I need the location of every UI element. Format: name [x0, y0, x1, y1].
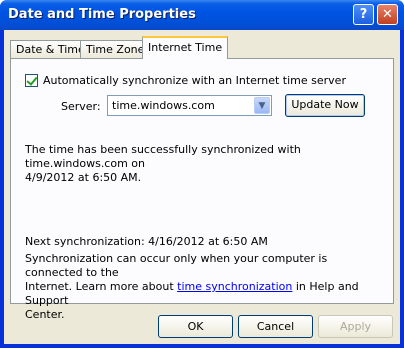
- auto-sync-checkbox[interactable]: [25, 74, 38, 87]
- sync-note-pre: Internet. Learn more about: [25, 280, 178, 293]
- date-time-properties-window: Date and Time Properties ? ✕ Date & Time…: [0, 0, 404, 348]
- server-label: Server:: [61, 100, 101, 113]
- apply-button[interactable]: Apply: [318, 315, 393, 338]
- server-combobox[interactable]: time.windows.com ▼: [107, 95, 272, 116]
- chevron-down-icon[interactable]: ▼: [254, 97, 270, 114]
- title-bar[interactable]: Date and Time Properties ? ✕: [0, 0, 404, 30]
- cancel-button[interactable]: Cancel: [238, 315, 313, 338]
- update-now-button[interactable]: Update Now: [285, 94, 365, 117]
- sync-status-text: The time has been successfully synchroni…: [25, 143, 385, 185]
- ok-button[interactable]: OK: [158, 315, 233, 338]
- close-icon: ✕: [382, 7, 393, 22]
- auto-sync-row[interactable]: Automatically synchronize with an Intern…: [25, 74, 346, 87]
- close-button[interactable]: ✕: [377, 4, 398, 25]
- server-value[interactable]: time.windows.com: [112, 99, 215, 112]
- sync-note-line-2: Internet. Learn more about time synchron…: [25, 280, 385, 308]
- auto-sync-label[interactable]: Automatically synchronize with an Intern…: [43, 74, 346, 87]
- window-title: Date and Time Properties: [8, 7, 196, 22]
- time-sync-help-link[interactable]: time synchronization: [177, 280, 292, 293]
- sync-note-line-1: Synchronization can occur only when your…: [25, 252, 328, 279]
- sync-note: Synchronization can occur only when your…: [25, 252, 385, 322]
- help-button[interactable]: ?: [353, 4, 374, 25]
- tab-date-time[interactable]: Date & Time: [10, 40, 91, 58]
- help-icon: ?: [359, 7, 368, 22]
- tab-time-zone[interactable]: Time Zone: [80, 40, 151, 58]
- sync-status-line-1: The time has been successfully synchroni…: [25, 143, 301, 170]
- dialog-body: Date & Time Time Zone Internet Time Auto…: [4, 30, 400, 344]
- tab-internet-time[interactable]: Internet Time: [142, 36, 229, 59]
- next-sync-text: Next synchronization: 4/16/2012 at 6:50 …: [25, 235, 268, 248]
- sync-status-line-2: 4/9/2012 at 6:50 AM.: [25, 171, 142, 184]
- internet-time-panel: Automatically synchronize with an Intern…: [10, 58, 394, 321]
